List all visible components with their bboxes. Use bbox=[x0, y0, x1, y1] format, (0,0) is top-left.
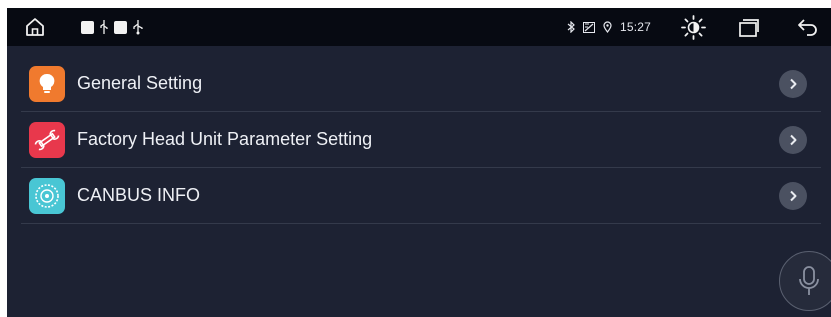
settings-list: General Setting Factory Head Unit Parame… bbox=[21, 56, 821, 224]
clock-time: 15:27 bbox=[620, 20, 652, 34]
canbus-info-item[interactable]: CANBUS INFO bbox=[21, 168, 821, 224]
chevron-right-icon bbox=[779, 126, 807, 154]
factory-setting-label: Factory Head Unit Parameter Setting bbox=[77, 129, 373, 149]
canbus-info-label: CANBUS INFO bbox=[77, 185, 201, 205]
status-indicators: 15:27 bbox=[567, 8, 651, 46]
chevron-right-icon bbox=[779, 182, 807, 210]
usb-icon bbox=[133, 20, 143, 35]
location-icon bbox=[603, 21, 612, 33]
notification-square-icon bbox=[114, 20, 127, 34]
voice-assistant-button[interactable] bbox=[779, 251, 831, 311]
chevron-right-icon bbox=[779, 70, 807, 98]
home-icon[interactable] bbox=[24, 16, 46, 38]
signal-blocked-icon bbox=[583, 21, 595, 33]
back-icon[interactable] bbox=[797, 17, 819, 37]
notification-square-icon bbox=[81, 20, 94, 34]
brightness-icon[interactable] bbox=[681, 15, 706, 40]
settings-screen: 15:27 General Setting Factory Head Unit … bbox=[7, 8, 831, 317]
usb-icon bbox=[100, 20, 108, 34]
lightbulb-icon bbox=[29, 65, 65, 102]
canbus-icon bbox=[29, 177, 65, 214]
general-setting-item[interactable]: General Setting bbox=[21, 56, 821, 112]
general-setting-label: General Setting bbox=[77, 73, 203, 93]
wrench-icon bbox=[29, 121, 65, 158]
microphone-icon bbox=[799, 266, 819, 295]
status-bar: 15:27 bbox=[7, 8, 831, 46]
factory-head-unit-parameter-setting-item[interactable]: Factory Head Unit Parameter Setting bbox=[21, 112, 821, 168]
bluetooth-icon bbox=[567, 21, 575, 33]
notification-icons bbox=[81, 18, 144, 36]
recent-apps-icon[interactable] bbox=[738, 18, 760, 38]
